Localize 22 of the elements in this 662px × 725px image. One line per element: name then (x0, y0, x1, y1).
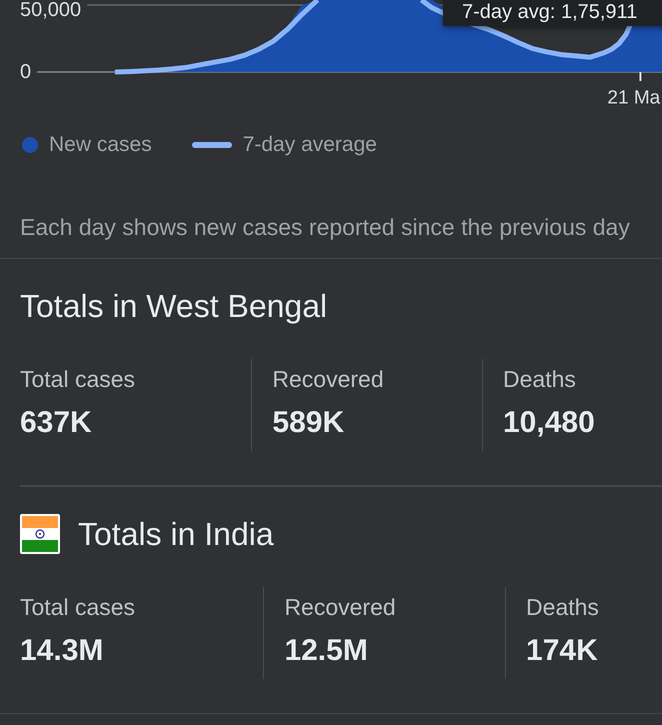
section-title: Totals in India (78, 514, 274, 552)
x-axis-label: 21 Ma (607, 88, 660, 108)
stat-label: Deaths (526, 594, 599, 620)
stat-label: Total cases (20, 366, 136, 392)
stat-label: Total cases (20, 594, 136, 620)
stat-label: Deaths (503, 366, 576, 392)
chart-caption: Each day shows new cases reported since the previous day (19, 213, 631, 241)
stat-value: 637K (20, 406, 92, 440)
y-axis-label: 0 (20, 61, 32, 83)
stat-value: 12.5M (284, 634, 368, 668)
stat-value: 14.3M (20, 634, 104, 668)
stat-label: Recovered (272, 366, 384, 392)
y-axis-label: 50,000 (20, 0, 82, 21)
axis-tick (639, 72, 642, 81)
stat-value: 589K (272, 406, 344, 440)
legend-label: New cases (49, 132, 152, 158)
stat-value: 10,480 (503, 406, 595, 440)
stat-value: 174K (526, 634, 598, 668)
legend-label: 7-day average (242, 132, 377, 158)
section-title: Totals in West Bengal (20, 287, 328, 325)
stat-label: Recovered (284, 594, 396, 620)
chart-tooltip: 7-day avg: 1,75,911 (443, 0, 662, 26)
